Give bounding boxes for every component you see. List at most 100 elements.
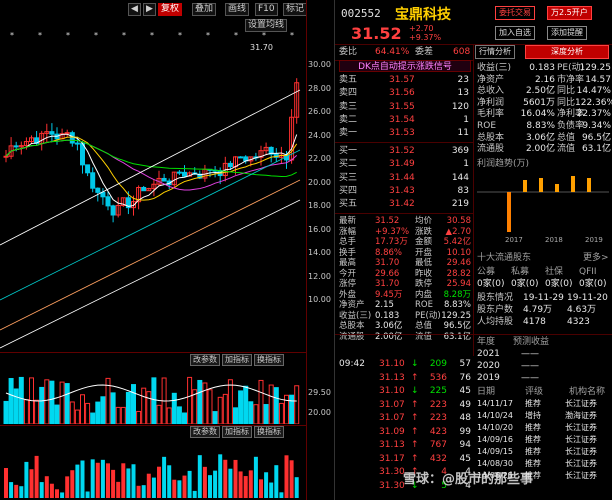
holder-stat-a: 4.79万 <box>523 305 553 315</box>
fin-value: 96.5亿 <box>581 132 611 143</box>
volume-bar <box>120 406 126 424</box>
indicator-bar <box>55 489 59 498</box>
add-indicator-button-2[interactable]: 加指标 <box>222 426 252 438</box>
fin-label: 净资产 <box>477 74 505 85</box>
indicator-bar <box>70 470 75 498</box>
tick-count: 45 <box>459 386 471 396</box>
next-button[interactable]: ▶ <box>143 3 156 16</box>
tick-arrow-icon: ↑ <box>411 372 419 383</box>
fuquan-button[interactable]: 复权 <box>158 3 183 16</box>
volume-bar <box>258 379 264 424</box>
tick-arrow-icon: ↓ <box>411 386 419 396</box>
signal-banner[interactable]: DK点自动提示涨跌信号 <box>339 60 471 72</box>
add-indicator-button[interactable]: 加指标 <box>222 354 252 366</box>
volume-bar <box>131 384 136 424</box>
price-tick: 12.00 <box>308 271 331 281</box>
bid-label: 买四 <box>339 185 358 196</box>
volume-bar <box>34 399 40 424</box>
bid-volume: 144 <box>451 172 469 183</box>
ask-price[interactable]: 31.55 <box>389 101 415 113</box>
volume-bar <box>146 391 152 424</box>
volume-bar <box>8 378 14 424</box>
quote-value: 63.1亿 <box>443 331 471 342</box>
ask-price[interactable]: 31.53 <box>389 127 415 139</box>
stock-code: 002552 <box>341 7 381 20</box>
trade-button[interactable]: 委托交易 <box>495 6 535 20</box>
candle-body <box>90 172 96 189</box>
indicator-bar <box>136 485 141 498</box>
bid-price[interactable]: 31.49 <box>389 158 415 170</box>
edit-params-button[interactable]: 改参数 <box>190 354 220 366</box>
volume-bar <box>212 411 218 424</box>
volume-bar <box>182 412 187 424</box>
indicator-bar <box>264 472 269 498</box>
indicator-bar <box>177 480 182 498</box>
indicator-bar <box>34 455 39 498</box>
tick-arrow-icon: ↑ <box>411 413 419 423</box>
rating-org: 长江证券 <box>565 399 597 408</box>
eps-year: 2021 <box>477 349 500 359</box>
indicator-bar <box>131 464 136 498</box>
add-alert-button[interactable]: 添加提醒 <box>547 26 587 40</box>
bid-price[interactable]: 31.43 <box>389 185 415 197</box>
holder-stat-label: 股东情况 <box>477 293 514 303</box>
f10-button[interactable]: F10 <box>255 3 278 16</box>
bid-price[interactable]: 31.42 <box>389 198 415 210</box>
indicator-bar <box>294 477 299 498</box>
indicator-bar <box>248 470 253 498</box>
fin-value: 2.16 <box>534 74 555 85</box>
kline-chart-area[interactable]: ◀ ▶ 复权 叠加 画线 F10 标记 设置均线 * * * * * * * * * * * 31.… <box>0 0 334 500</box>
tab-deep-analysis[interactable]: 深度分析 <box>525 45 609 59</box>
price-tick: 14.00 <box>308 248 331 257</box>
mark-button[interactable]: 标记 <box>283 3 308 16</box>
candle-body <box>227 162 233 168</box>
bid-label: 买二 <box>339 159 358 170</box>
ask-price[interactable]: 31.54 <box>389 114 415 126</box>
moving-average-line <box>5 139 298 191</box>
draw-line-button[interactable]: 画线 <box>225 3 250 16</box>
holders-more-link[interactable]: 更多> <box>583 252 609 264</box>
indicator-bar <box>167 465 172 498</box>
open-account-button[interactable]: 万2.5开户 <box>547 6 592 20</box>
candle-body <box>105 196 111 207</box>
volume-bar <box>166 407 172 424</box>
marker-icon: * <box>150 31 154 40</box>
indicator-bar <box>146 473 151 498</box>
indicator-bar <box>60 492 65 498</box>
volume-bar <box>217 396 223 424</box>
indicator-bar <box>238 471 243 498</box>
bid-volume: 1 <box>463 159 469 170</box>
indicator-bar <box>116 481 121 498</box>
indicator-bar <box>223 459 228 498</box>
ask-price[interactable]: 31.56 <box>389 87 415 99</box>
fin-label: ROE <box>477 121 497 131</box>
switch-indicator-button-2[interactable]: 换指标 <box>254 426 284 438</box>
fin-value: 129.25 <box>579 63 612 73</box>
bid-volume: 369 <box>451 146 469 156</box>
edit-params-button-2[interactable]: 改参数 <box>190 426 220 438</box>
candle-body <box>110 205 116 216</box>
tab-market-analysis[interactable]: 行情分析 <box>475 45 515 59</box>
fin-label: 总收入 <box>477 86 505 97</box>
volume-bar <box>222 393 228 424</box>
tick-arrow-icon: ↑ <box>411 453 419 464</box>
high-price-label: 31.70 <box>250 43 273 52</box>
ask-price[interactable]: 31.57 <box>389 74 415 86</box>
switch-indicator-button[interactable]: 换指标 <box>254 354 284 366</box>
marker-icon: * <box>290 31 294 40</box>
add-watchlist-button[interactable]: 加入自选 <box>495 26 535 40</box>
volume-bar <box>64 383 70 424</box>
bid-price[interactable]: 31.44 <box>389 172 415 184</box>
price-tick: 10.00 <box>308 295 331 304</box>
indicator-bar <box>208 475 212 498</box>
fin-label: 流值 <box>557 144 576 155</box>
indicator-bar <box>9 482 14 498</box>
bid-price[interactable]: 31.52 <box>389 145 415 157</box>
volume-bar <box>268 384 274 424</box>
fin-value: 63.1亿 <box>581 144 611 155</box>
overlay-button[interactable]: 叠加 <box>192 3 217 16</box>
indicator-bar <box>253 456 258 498</box>
marker-icon: * <box>66 31 70 40</box>
volume-bar <box>289 394 295 424</box>
prev-button[interactable]: ◀ <box>128 3 141 16</box>
